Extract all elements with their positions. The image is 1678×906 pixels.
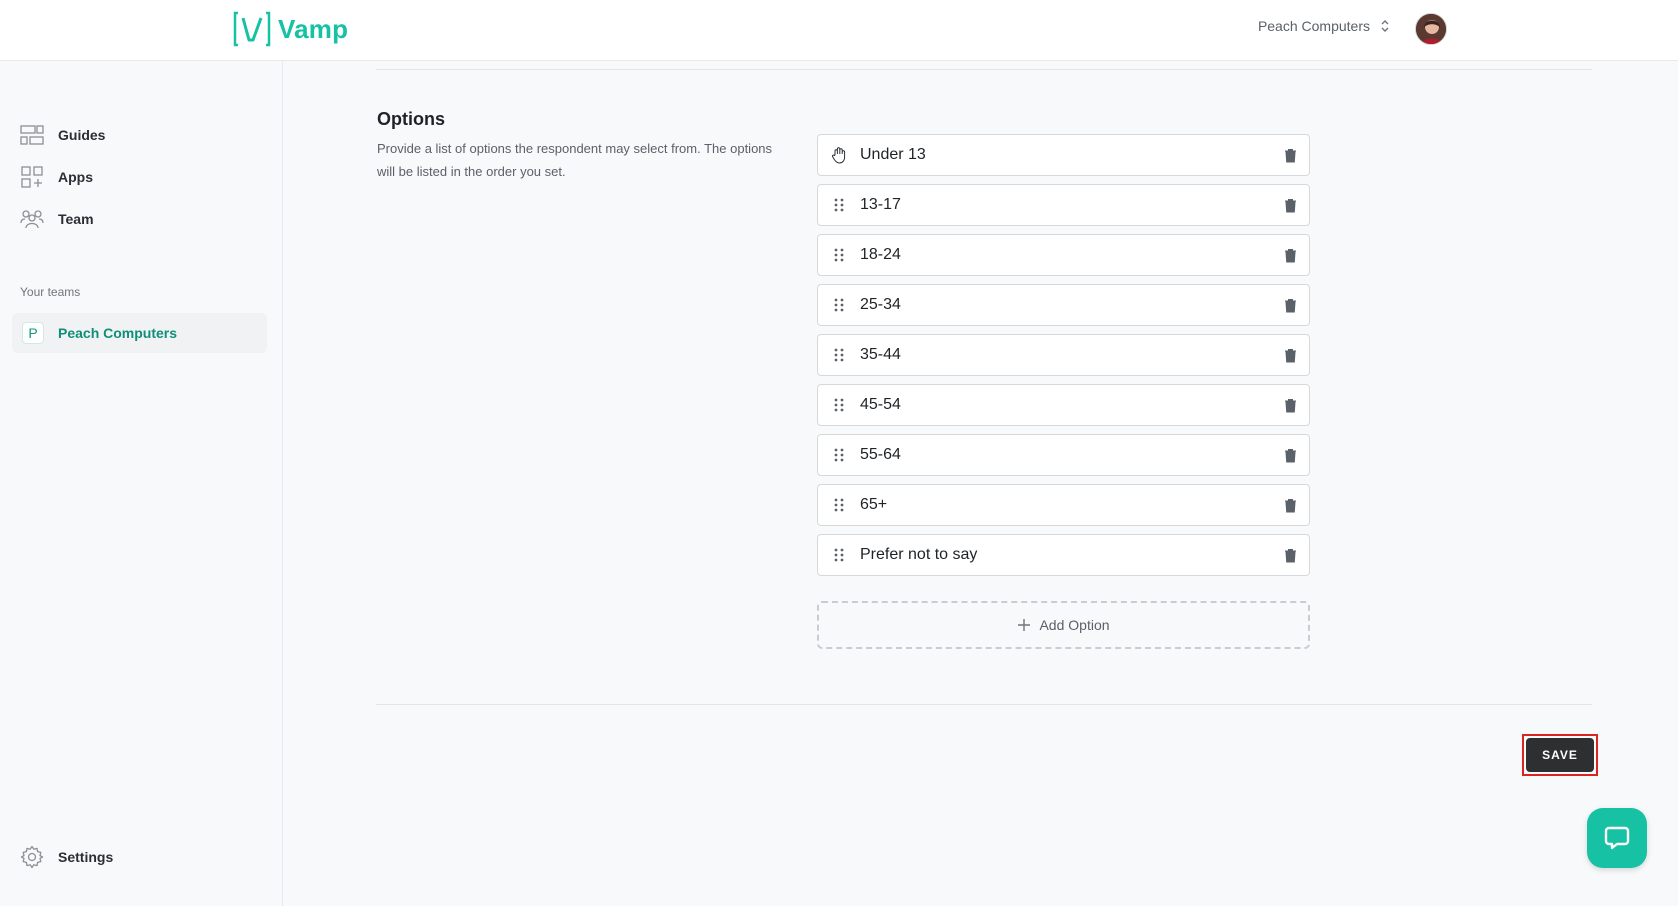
apps-icon	[21, 166, 43, 188]
drag-handle[interactable]	[818, 385, 860, 425]
delete-option-button[interactable]	[1271, 285, 1309, 325]
option-label: 65+	[860, 496, 888, 513]
trash-icon	[1284, 448, 1296, 462]
drag-dots-icon	[834, 548, 844, 562]
guides-icon	[20, 125, 44, 145]
option-row[interactable]: Under 13	[817, 134, 1310, 176]
delete-option-button[interactable]	[1271, 135, 1309, 175]
options-list: Under 13 13-17 18-24 25-34 35-44 45-54 5…	[817, 134, 1310, 584]
trash-icon	[1284, 548, 1296, 562]
drag-dots-icon	[834, 498, 844, 512]
delete-option-button[interactable]	[1271, 535, 1309, 575]
team-switcher[interactable]: Peach Computers	[1258, 18, 1390, 34]
drag-handle[interactable]	[818, 535, 860, 575]
option-row[interactable]: 18-24	[817, 234, 1310, 276]
option-label: 45-54	[860, 396, 901, 413]
sidebar-item-settings[interactable]: Settings	[20, 845, 113, 869]
drag-handle[interactable]	[818, 185, 860, 225]
option-row[interactable]: 55-64	[817, 434, 1310, 476]
main-content: Options Provide a list of options the re…	[284, 61, 1678, 906]
delete-option-button[interactable]	[1271, 235, 1309, 275]
save-button[interactable]: SAVE	[1526, 738, 1594, 772]
drag-dots-icon	[834, 398, 844, 412]
option-row[interactable]: 65+	[817, 484, 1310, 526]
drag-handle[interactable]	[818, 335, 860, 375]
option-row[interactable]: 13-17	[817, 184, 1310, 226]
sidebar-item-label: Team	[58, 211, 94, 227]
save-button-highlight: SAVE	[1522, 734, 1598, 776]
team-badge: P	[22, 322, 44, 344]
drag-dots-icon	[834, 248, 844, 262]
sidebar: Guides Apps Team Your teams P Peach Comp…	[0, 61, 283, 906]
option-row[interactable]: 35-44	[817, 334, 1310, 376]
drag-handle[interactable]	[818, 235, 860, 275]
divider-bottom	[376, 704, 1592, 705]
drag-dots-icon	[834, 448, 844, 462]
grab-hand-icon	[832, 147, 846, 164]
sidebar-item-label: Guides	[58, 127, 106, 143]
trash-icon	[1284, 398, 1296, 412]
option-label: 35-44	[860, 346, 901, 363]
trash-icon	[1284, 148, 1296, 162]
team-icon	[20, 210, 44, 229]
gear-icon	[20, 845, 44, 869]
team-name: Peach Computers	[58, 325, 178, 341]
drag-handle[interactable]	[818, 435, 860, 475]
trash-icon	[1284, 348, 1296, 362]
delete-option-button[interactable]	[1271, 185, 1309, 225]
add-option-label: Add Option	[1039, 617, 1110, 633]
chevron-up-down-icon	[1381, 20, 1389, 32]
trash-icon	[1284, 298, 1296, 312]
sidebar-item-label: Apps	[58, 169, 93, 185]
options-title: Options	[377, 109, 445, 129]
trash-icon	[1284, 248, 1296, 262]
drag-handle[interactable]	[818, 135, 860, 175]
delete-option-button[interactable]	[1271, 335, 1309, 375]
settings-label: Settings	[58, 849, 114, 865]
drag-dots-icon	[834, 298, 844, 312]
delete-option-button[interactable]	[1271, 385, 1309, 425]
divider-top	[376, 69, 1592, 70]
top-bar: Vamp Peach Computers	[0, 0, 1678, 61]
app-logo[interactable]: Vamp	[232, 10, 348, 48]
help-chat-button[interactable]	[1587, 808, 1647, 868]
team-switcher-label: Peach Computers	[1257, 18, 1370, 34]
option-row[interactable]: Prefer not to say	[817, 534, 1310, 576]
option-label: 25-34	[860, 296, 901, 313]
option-row[interactable]: 25-34	[817, 284, 1310, 326]
plus-icon	[1018, 619, 1031, 631]
option-row[interactable]: 45-54	[817, 384, 1310, 426]
app-name: Vamp	[278, 13, 349, 44]
chat-bubble-icon	[1604, 826, 1630, 850]
sidebar-item-team[interactable]: Team	[20, 207, 94, 231]
vamp-logo-icon	[233, 11, 271, 47]
sidebar-item-guides[interactable]: Guides	[20, 123, 105, 147]
avatar-image-icon	[1416, 14, 1446, 44]
trash-icon	[1284, 498, 1296, 512]
trash-icon	[1284, 198, 1296, 212]
sidebar-team-peach-computers[interactable]: P Peach Computers	[12, 313, 267, 353]
option-label: 18-24	[860, 246, 901, 263]
delete-option-button[interactable]	[1271, 485, 1309, 525]
delete-option-button[interactable]	[1271, 435, 1309, 475]
teams-section-label: Your teams	[20, 285, 81, 299]
options-description: Provide a list of options the respondent…	[377, 141, 773, 179]
option-label: Under 13	[860, 146, 926, 163]
option-label: 13-17	[860, 196, 901, 213]
drag-dots-icon	[834, 348, 844, 362]
option-label: 55-64	[860, 446, 901, 463]
option-label: Prefer not to say	[860, 546, 978, 563]
drag-handle[interactable]	[818, 285, 860, 325]
drag-dots-icon	[834, 198, 844, 212]
drag-handle[interactable]	[818, 485, 860, 525]
sidebar-item-apps[interactable]: Apps	[20, 165, 93, 189]
add-option-button[interactable]: Add Option	[817, 601, 1310, 649]
user-avatar[interactable]	[1415, 13, 1447, 45]
